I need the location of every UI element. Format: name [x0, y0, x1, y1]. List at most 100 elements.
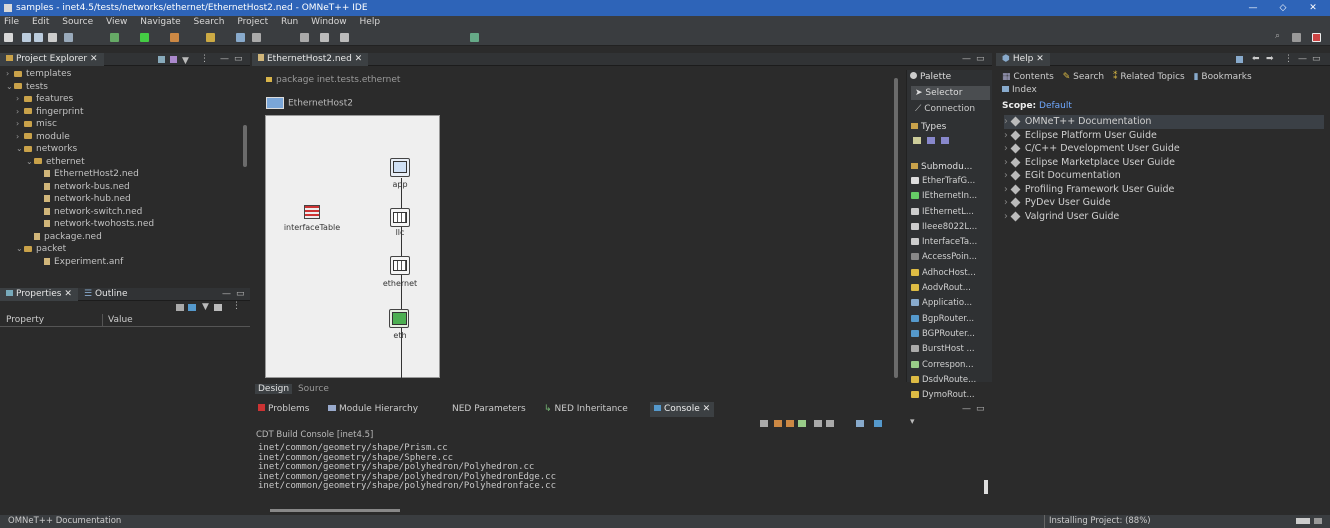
tree-item[interactable]: ⌄ tests	[0, 81, 240, 94]
palette-item[interactable]: AccessPoin...	[907, 250, 992, 265]
palette-item[interactable]: IEthernetL...	[907, 205, 992, 220]
palette-item[interactable]: DsdvRoute...	[907, 373, 992, 388]
expanded-chevron-icon[interactable]: ⌄	[16, 143, 24, 156]
tab-problems[interactable]: Problems	[258, 402, 309, 417]
tree-item[interactable]: › templates	[0, 68, 240, 81]
maximize-view-icon[interactable]: ▭	[976, 53, 985, 66]
tab-help[interactable]: ⬢ Help ✕	[996, 53, 1050, 66]
tab-ned-parameters[interactable]: NED Parameters	[452, 402, 526, 417]
tab-source[interactable]: Source	[295, 384, 332, 394]
run-icon[interactable]	[140, 33, 149, 42]
save-all-icon[interactable]	[34, 33, 43, 42]
progress-view-icon[interactable]	[1314, 518, 1322, 524]
tree-item[interactable]: ⌄ networks	[0, 143, 240, 156]
minimize-view-icon[interactable]: —	[220, 53, 229, 66]
scope-link[interactable]: Default	[1039, 101, 1072, 111]
help-toc-item[interactable]: › Profiling Framework User Guide	[1004, 183, 1324, 197]
tab-design[interactable]: Design	[255, 384, 293, 394]
tab-project-explorer[interactable]: Project Explorer ✕	[0, 53, 104, 66]
help-toc-item[interactable]: › Valgrind User Guide	[1004, 210, 1324, 224]
tree-item[interactable]: network-switch.ned	[0, 206, 240, 219]
help-nav-contents[interactable]: ▦ Contents	[1002, 72, 1054, 82]
help-nav-bookmarks[interactable]: ▮ Bookmarks	[1194, 72, 1252, 82]
minimize-view-icon[interactable]: —	[1298, 53, 1307, 66]
maximize-view-icon[interactable]: ▭	[234, 53, 243, 66]
minimize-button[interactable]: —	[1238, 0, 1268, 16]
tree-item[interactable]: network-bus.ned	[0, 181, 240, 194]
tree-item[interactable]: › misc	[0, 118, 240, 131]
type-icon[interactable]	[941, 137, 949, 144]
collapsed-chevron-icon[interactable]: ›	[1004, 116, 1008, 127]
tree-item[interactable]: network-twohosts.ned	[0, 218, 240, 231]
minimize-view-icon[interactable]: —	[962, 402, 971, 417]
layout-icon[interactable]	[236, 33, 245, 42]
collapsed-chevron-icon[interactable]: ›	[1004, 170, 1008, 181]
maximize-view-icon[interactable]: ▭	[236, 288, 245, 301]
tab-console[interactable]: Console ✕	[650, 402, 715, 417]
categories-icon[interactable]	[176, 304, 184, 311]
advanced-icon[interactable]	[188, 304, 196, 311]
save-icon[interactable]	[22, 33, 31, 42]
edit-icon[interactable]	[206, 33, 215, 42]
open-console-icon[interactable]	[874, 420, 882, 427]
build-icon[interactable]	[64, 33, 73, 42]
console-vscrollbar[interactable]	[984, 480, 988, 494]
link-editor-icon[interactable]	[170, 56, 177, 63]
palette-item[interactable]: AdhocHost...	[907, 266, 992, 281]
type-icon[interactable]	[927, 137, 935, 144]
print-icon[interactable]	[48, 33, 57, 42]
app-node[interactable]	[390, 158, 410, 177]
help-nav-search[interactable]: ✎ Search	[1063, 72, 1104, 82]
collapsed-chevron-icon[interactable]: ›	[1004, 211, 1008, 222]
maximize-view-icon[interactable]: ▭	[976, 402, 985, 417]
palette-item[interactable]: EtherTrafG...	[907, 174, 992, 189]
collapsed-chevron-icon[interactable]: ›	[16, 118, 24, 131]
help-toc-item[interactable]: › OMNeT++ Documentation	[1004, 115, 1324, 129]
back-icon[interactable]	[320, 33, 329, 42]
tab-ned-inheritance[interactable]: ↳ NED Inheritance	[544, 402, 628, 417]
clear-console-icon[interactable]	[760, 420, 768, 427]
help-toc-item[interactable]: › EGit Documentation	[1004, 169, 1324, 183]
collapsed-chevron-icon[interactable]: ›	[1004, 130, 1008, 141]
maximize-button[interactable]: ◇	[1268, 0, 1298, 16]
progress-icon[interactable]	[1296, 518, 1310, 524]
menu-source[interactable]: Source	[62, 17, 93, 27]
help-toc-item[interactable]: › PyDev User Guide	[1004, 196, 1324, 210]
tree-item[interactable]: › fingerprint	[0, 106, 240, 119]
grid-icon[interactable]	[252, 33, 261, 42]
home-icon[interactable]	[1236, 56, 1243, 63]
collapsed-chevron-icon[interactable]: ›	[16, 93, 24, 106]
collapsed-chevron-icon[interactable]: ›	[6, 68, 14, 81]
next-error-icon[interactable]	[786, 420, 794, 427]
tree-item[interactable]: › module	[0, 131, 240, 144]
profile-icon[interactable]	[170, 33, 179, 42]
collapsed-chevron-icon[interactable]: ›	[1004, 197, 1008, 208]
collapsed-chevron-icon[interactable]: ›	[1004, 143, 1008, 154]
palette-item[interactable]: Applicatio...	[907, 296, 992, 311]
scroll-lock-icon[interactable]	[798, 420, 806, 427]
collapsed-chevron-icon[interactable]: ›	[1004, 157, 1008, 168]
collapsed-chevron-icon[interactable]: ›	[16, 131, 24, 144]
menu-edit[interactable]: Edit	[32, 17, 49, 27]
close-button[interactable]: ✕	[1298, 0, 1328, 16]
tree-item[interactable]: network-hub.ned	[0, 193, 240, 206]
help-toc-item[interactable]: › Eclipse Marketplace User Guide	[1004, 156, 1324, 170]
palette-item[interactable]: BgpRouter...	[907, 312, 992, 327]
help-nav-index[interactable]: Index	[1002, 85, 1037, 95]
menu-navigate[interactable]: Navigate	[140, 17, 180, 27]
tree-item[interactable]: › features	[0, 93, 240, 106]
view-menu-icon[interactable]: ⋮	[232, 301, 241, 311]
forward-icon[interactable]	[340, 33, 349, 42]
forward-icon[interactable]: ➡	[1266, 53, 1274, 66]
filter-icon[interactable]: ▼	[182, 55, 189, 68]
console-hscrollbar[interactable]	[270, 509, 400, 512]
debug-icon[interactable]	[110, 33, 119, 42]
tree-item[interactable]: EthernetHost2.ned	[0, 168, 240, 181]
menu-project[interactable]: Project	[237, 17, 268, 27]
prev-error-icon[interactable]	[774, 420, 782, 427]
editor-vscrollbar[interactable]	[894, 78, 898, 378]
menu-view[interactable]: View	[106, 17, 127, 27]
palette-item[interactable]: IEthernetIn...	[907, 189, 992, 204]
tab-ned-editor[interactable]: EthernetHost2.ned ✕	[252, 53, 369, 66]
collapse-all-icon[interactable]	[158, 56, 165, 63]
